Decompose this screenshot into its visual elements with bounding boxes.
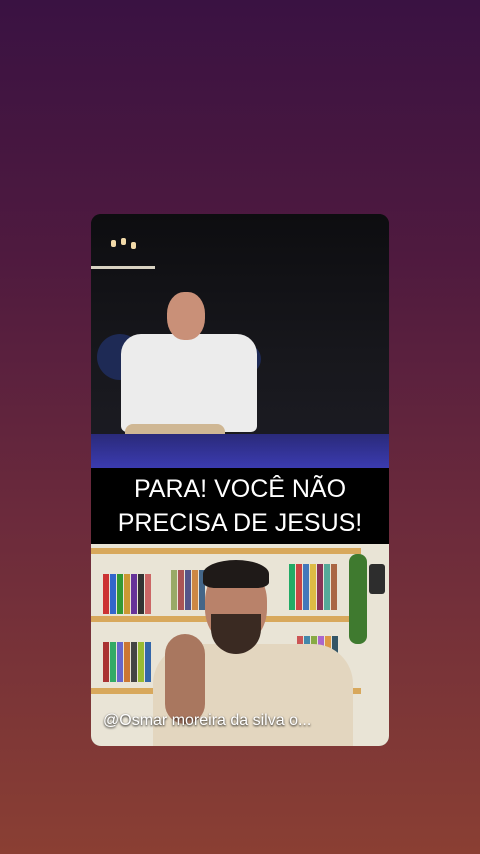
stage-light — [121, 238, 126, 245]
top-video-frame[interactable] — [91, 214, 389, 468]
plant — [349, 554, 367, 644]
video-card[interactable]: PARA! VOCÊ NÃO PRECISA DE JESUS! @Osmar … — [91, 214, 389, 746]
lamp — [369, 564, 385, 594]
channel-handle[interactable]: @Osmar moreira da silva o... — [103, 712, 311, 730]
presenter-hair — [203, 560, 269, 588]
bookshelf-books — [103, 642, 159, 682]
stage-bar — [91, 266, 155, 269]
bottom-video-frame[interactable]: @Osmar moreira da silva o... — [91, 544, 389, 746]
caption-line-1: PARA! VOCÊ NÃO — [133, 475, 347, 503]
stage-light — [111, 240, 116, 247]
caption-line-2: PRECISA DE JESUS! — [117, 509, 363, 537]
bookshelf-books — [103, 574, 163, 614]
speaker-head — [167, 292, 205, 340]
presenter-arm — [165, 634, 205, 724]
bookshelf-books — [289, 564, 345, 610]
caption-bar: PARA! VOCÊ NÃO PRECISA DE JESUS! — [91, 468, 389, 544]
speaker-body — [121, 334, 257, 432]
stage-floor — [91, 434, 389, 468]
shelf — [91, 548, 361, 554]
stage-light — [131, 242, 136, 249]
